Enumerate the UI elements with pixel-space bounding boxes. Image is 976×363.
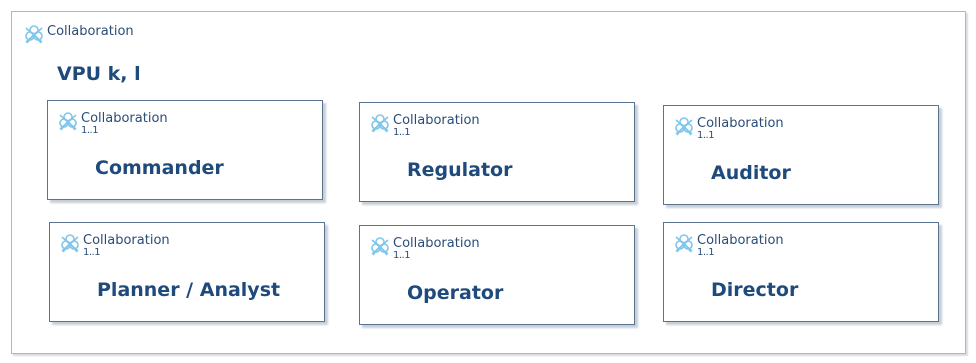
part-regulator[interactable]: Collaboration 1..1 Regulator [359,102,635,202]
part-operator[interactable]: Collaboration 1..1 Operator [359,225,635,325]
part-commander[interactable]: Collaboration 1..1 Commander [47,100,323,200]
part-multiplicity: 1..1 [81,125,99,136]
part-stereotype: Collaboration 1..1 [368,234,480,261]
part-director[interactable]: Collaboration 1..1 Director [663,222,939,322]
part-stereotype: Collaboration 1..1 [56,109,168,136]
part-planner-analyst[interactable]: Collaboration 1..1 Planner / Analyst [49,222,325,322]
part-multiplicity: 1..1 [393,127,411,138]
collaboration-icon [22,22,46,46]
part-stereotype-label: Collaboration [393,113,480,128]
part-stereotype-label: Collaboration [697,233,784,248]
collaboration-icon [368,111,392,135]
part-name: Auditor [711,162,791,184]
part-stereotype: Collaboration 1..1 [58,231,170,258]
part-stereotype-label: Collaboration [393,236,480,251]
part-stereotype-label: Collaboration [83,233,170,248]
part-auditor[interactable]: Collaboration 1..1 Auditor [663,105,939,205]
part-multiplicity: 1..1 [697,130,715,141]
container-title: VPU k, l [57,63,141,85]
container-stereotype-label: Collaboration [47,24,134,39]
part-multiplicity: 1..1 [697,247,715,258]
part-name: Director [711,279,799,301]
collaboration-icon [58,231,82,255]
part-name: Commander [95,157,224,179]
part-name: Planner / Analyst [97,279,281,301]
part-multiplicity: 1..1 [83,247,101,258]
part-stereotype-label: Collaboration [697,116,784,131]
part-stereotype: Collaboration 1..1 [672,231,784,258]
part-name: Regulator [407,159,513,181]
vpu-collaboration-frame[interactable]: Collaboration VPU k, l Collaboration 1..… [11,11,966,354]
part-name: Operator [407,282,504,304]
part-stereotype-label: Collaboration [81,111,168,126]
part-multiplicity: 1..1 [393,250,411,261]
container-stereotype: Collaboration [22,22,134,46]
collaboration-icon [368,234,392,258]
collaboration-icon [56,109,80,133]
part-stereotype: Collaboration 1..1 [672,114,784,141]
collaboration-icon [672,114,696,138]
part-stereotype: Collaboration 1..1 [368,111,480,138]
collaboration-icon [672,231,696,255]
